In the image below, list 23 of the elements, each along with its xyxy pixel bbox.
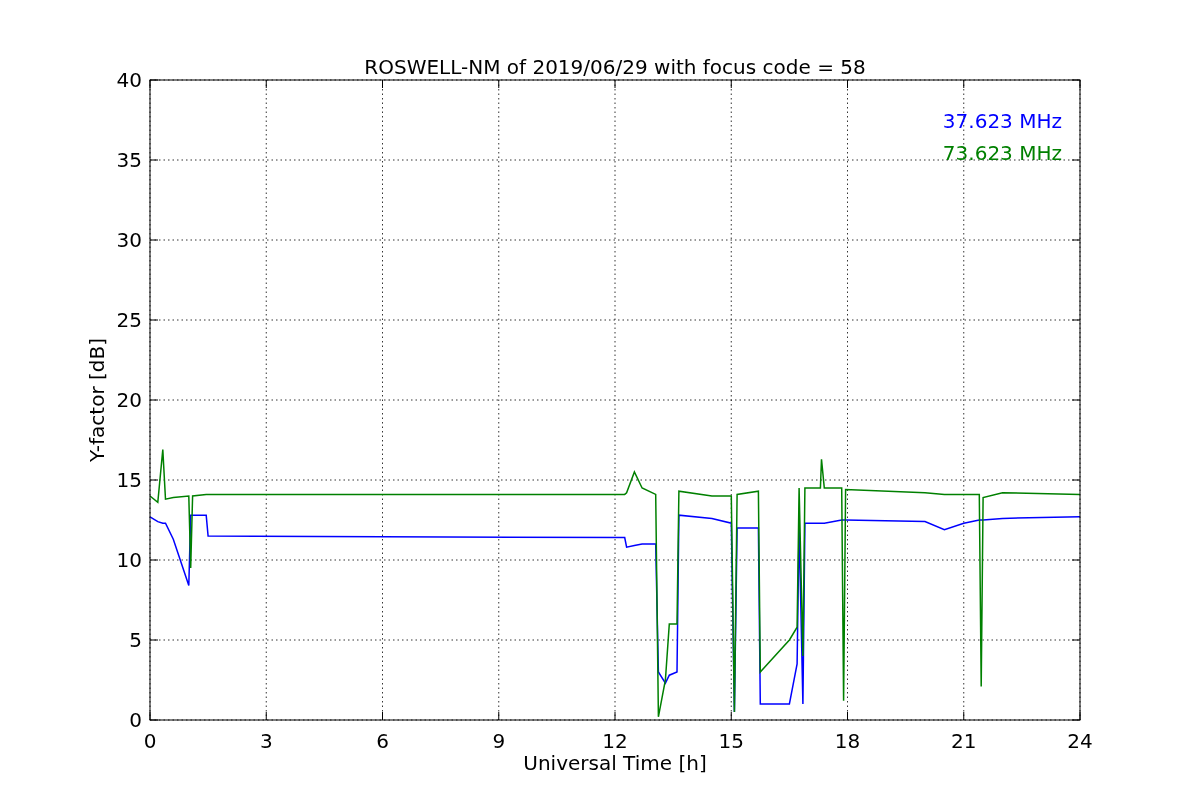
y-tick-label: 5: [129, 628, 142, 652]
x-axis-label: Universal Time [h]: [523, 751, 707, 775]
y-tick-label: 20: [116, 388, 142, 412]
y-tick-label: 0: [129, 708, 142, 732]
legend-label: 73.623 MHz: [942, 141, 1062, 165]
x-tick-label: 24: [1067, 729, 1093, 753]
x-tick-label: 3: [259, 729, 273, 753]
y-tick-label: 40: [116, 68, 142, 92]
y-axis-label: Y-factor [dB]: [85, 338, 109, 462]
chart-title: ROSWELL-NM of 2019/06/29 with focus code = 58: [364, 55, 866, 79]
y-tick-label: 30: [116, 228, 142, 252]
x-tick-label: 9: [492, 729, 506, 753]
y-tick-label: 25: [116, 308, 142, 332]
x-tick-label: 12: [602, 729, 628, 753]
y-tick-label: 10: [116, 548, 142, 572]
y-tick-label: 15: [116, 468, 142, 492]
x-tick-label: 15: [718, 729, 744, 753]
x-tick-label: 18: [834, 729, 861, 753]
legend-label: 37.623 MHz: [942, 109, 1062, 133]
x-tick-label: 6: [376, 729, 389, 753]
y-tick-label: 35: [116, 148, 142, 172]
x-tick-label: 21: [951, 729, 977, 753]
x-tick-label: 0: [143, 729, 157, 753]
